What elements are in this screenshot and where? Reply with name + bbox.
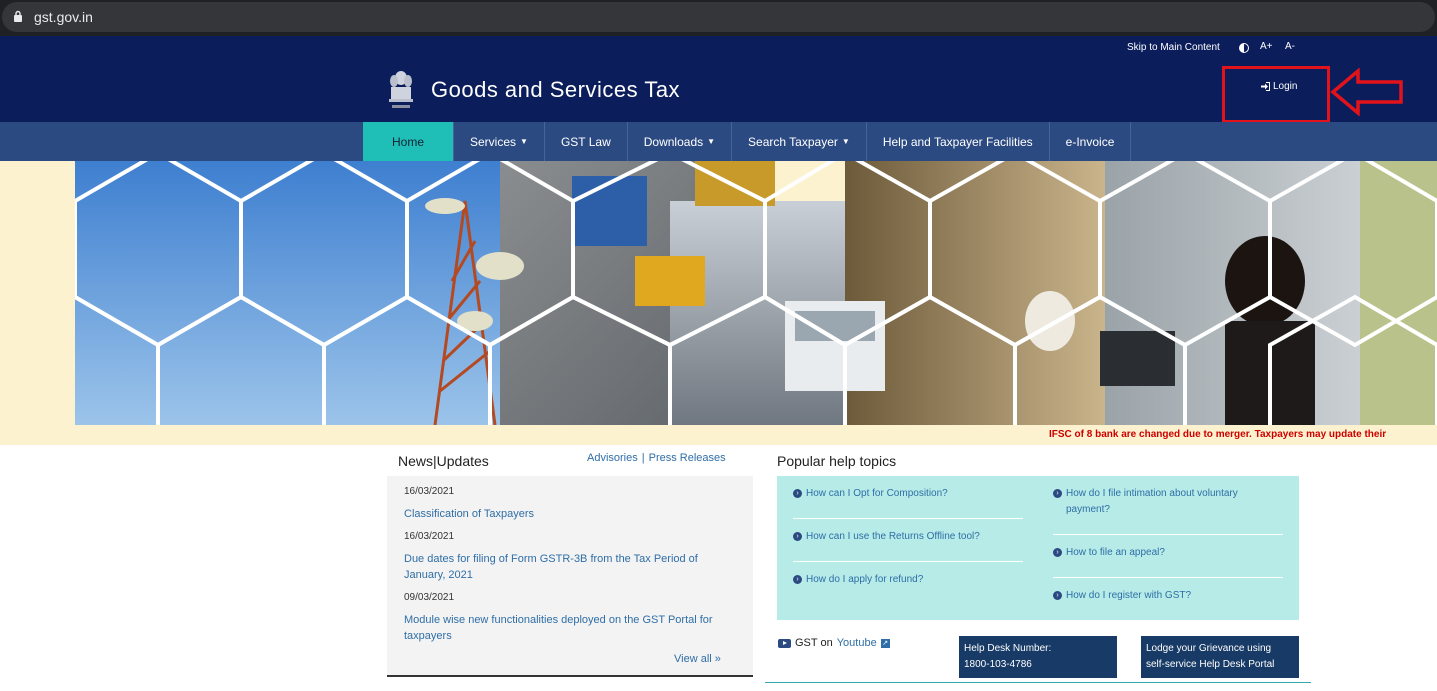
browser-toolbar: gst.gov.in [0, 0, 1437, 36]
help-topics-title: Popular help topics [777, 453, 897, 469]
url-text[interactable]: gst.gov.in [34, 9, 93, 25]
news-item-link[interactable]: Due dates for filing of Form GSTR-3B fro… [404, 551, 724, 583]
news-date: 09/03/2021 [404, 592, 455, 603]
nav-home-label: Home [391, 134, 424, 149]
divider [1053, 534, 1283, 535]
help-topic-label: How do I register with GST? [1066, 590, 1192, 601]
news-item-link[interactable]: Classification of Taxpayers [404, 506, 724, 522]
skip-to-main-link[interactable]: Skip to Main Content [1127, 42, 1220, 53]
youtube-widget: GST on Youtube ↗ [778, 637, 890, 649]
hero-banner-image [75, 161, 1437, 425]
grievance-portal-link[interactable]: Lodge your Grievance using self-service … [1141, 636, 1299, 678]
press-releases-link[interactable]: Press Releases [649, 452, 726, 464]
lock-icon [14, 10, 22, 22]
nav-help-facilities[interactable]: Help and Taxpayer Facilities [867, 122, 1050, 161]
divider [765, 682, 1311, 683]
site-header: Goods and Services Tax Login [0, 60, 1437, 123]
help-topic-label: How do I apply for refund? [806, 574, 924, 585]
divider [793, 518, 1023, 519]
youtube-icon [778, 638, 791, 648]
help-topic-link[interactable]: › How to file an appeal? [1053, 545, 1283, 561]
youtube-link[interactable]: Youtube [837, 637, 877, 649]
helpdesk-label: Help Desk Number: [964, 643, 1052, 654]
caret-down-icon: ▼ [841, 137, 850, 146]
help-topic-link[interactable]: › How do I file intimation about voluntar… [1053, 486, 1283, 518]
nav-e-invoice-label: e-Invoice [1065, 134, 1115, 149]
divider [793, 561, 1023, 562]
help-topic-label: How to file an appeal? [1066, 547, 1165, 558]
arrow-circle-icon: › [793, 489, 802, 498]
login-highlight-box [1222, 66, 1330, 123]
main-nav: Home Services ▼ GST Law Downloads ▼ Search… [0, 122, 1437, 161]
helpdesk-number-box[interactable]: Help Desk Number: 1800-103-4786 [959, 636, 1117, 678]
news-date: 16/03/2021 [404, 531, 455, 542]
gst-on-label: GST on [795, 637, 833, 649]
emblem-icon[interactable] [386, 68, 416, 112]
caret-down-icon: ▼ [707, 137, 716, 146]
nav-downloads-label: Downloads [643, 134, 704, 149]
arrow-circle-icon: › [1053, 591, 1062, 600]
contrast-icon[interactable] [1239, 43, 1249, 53]
nav-help-facilities-label: Help and Taxpayer Facilities [882, 134, 1033, 149]
news-tab-links: Advisories | Press Releases [587, 452, 726, 464]
news-link-separator: | [641, 452, 645, 464]
help-topic-link[interactable]: › How can I Opt for Composition? [793, 486, 1023, 502]
news-ticker[interactable]: IFSC of 8 bank are changed due to merger… [1049, 429, 1386, 440]
news-updates-title: News|Updates [398, 453, 489, 469]
grievance-line-1: Lodge your Grievance using [1146, 643, 1272, 654]
help-topic-link[interactable]: › How can I use the Returns Offline tool? [793, 529, 1023, 545]
nav-downloads[interactable]: Downloads ▼ [628, 122, 733, 161]
divider [1053, 577, 1283, 578]
site-title[interactable]: Goods and Services Tax [431, 77, 680, 103]
address-bar[interactable]: gst.gov.in [2, 2, 1435, 32]
nav-home[interactable]: Home [363, 122, 454, 161]
grievance-line-2: self-service Help Desk Portal [1146, 659, 1275, 670]
view-all-link[interactable]: View all » [674, 653, 721, 665]
help-topic-label: How do I file intimation about voluntary… [1066, 488, 1238, 515]
help-topic-link[interactable]: › How do I register with GST? [1053, 588, 1283, 604]
external-link-icon[interactable]: ↗ [880, 638, 890, 648]
arrow-circle-icon: › [1053, 489, 1062, 498]
help-topic-label: How can I use the Returns Offline tool? [806, 531, 980, 542]
font-decrease-button[interactable]: A- [1285, 41, 1295, 52]
helpdesk-number: 1800-103-4786 [964, 659, 1032, 670]
help-topic-label: How can I Opt for Composition? [806, 488, 948, 499]
arrow-circle-icon: › [793, 575, 802, 584]
utility-bar: Skip to Main Content A+ A- [0, 36, 1437, 60]
nav-search-taxpayer[interactable]: Search Taxpayer ▼ [732, 122, 867, 161]
nav-search-taxpayer-label: Search Taxpayer [748, 134, 838, 149]
nav-gst-law[interactable]: GST Law [545, 122, 628, 161]
news-date: 16/03/2021 [404, 486, 455, 497]
nav-services-label: Services [470, 134, 517, 149]
nav-services[interactable]: Services ▼ [454, 122, 545, 161]
nav-gst-law-label: GST Law [560, 134, 611, 149]
arrow-icon [1330, 68, 1403, 116]
arrow-circle-icon: › [793, 532, 802, 541]
news-item-link[interactable]: Module wise new functionalities deployed… [404, 612, 724, 644]
font-increase-button[interactable]: A+ [1260, 41, 1273, 52]
arrow-circle-icon: › [1053, 548, 1062, 557]
news-list: 16/03/2021 Classification of Taxpayers 1… [387, 476, 753, 677]
nav-e-invoice[interactable]: e-Invoice [1050, 122, 1132, 161]
advisories-link[interactable]: Advisories [587, 452, 638, 464]
help-topic-link[interactable]: › How do I apply for refund? [793, 572, 1023, 588]
help-topics-panel: › How can I Opt for Composition? › How can… [777, 476, 1299, 620]
caret-down-icon: ▼ [520, 137, 528, 146]
